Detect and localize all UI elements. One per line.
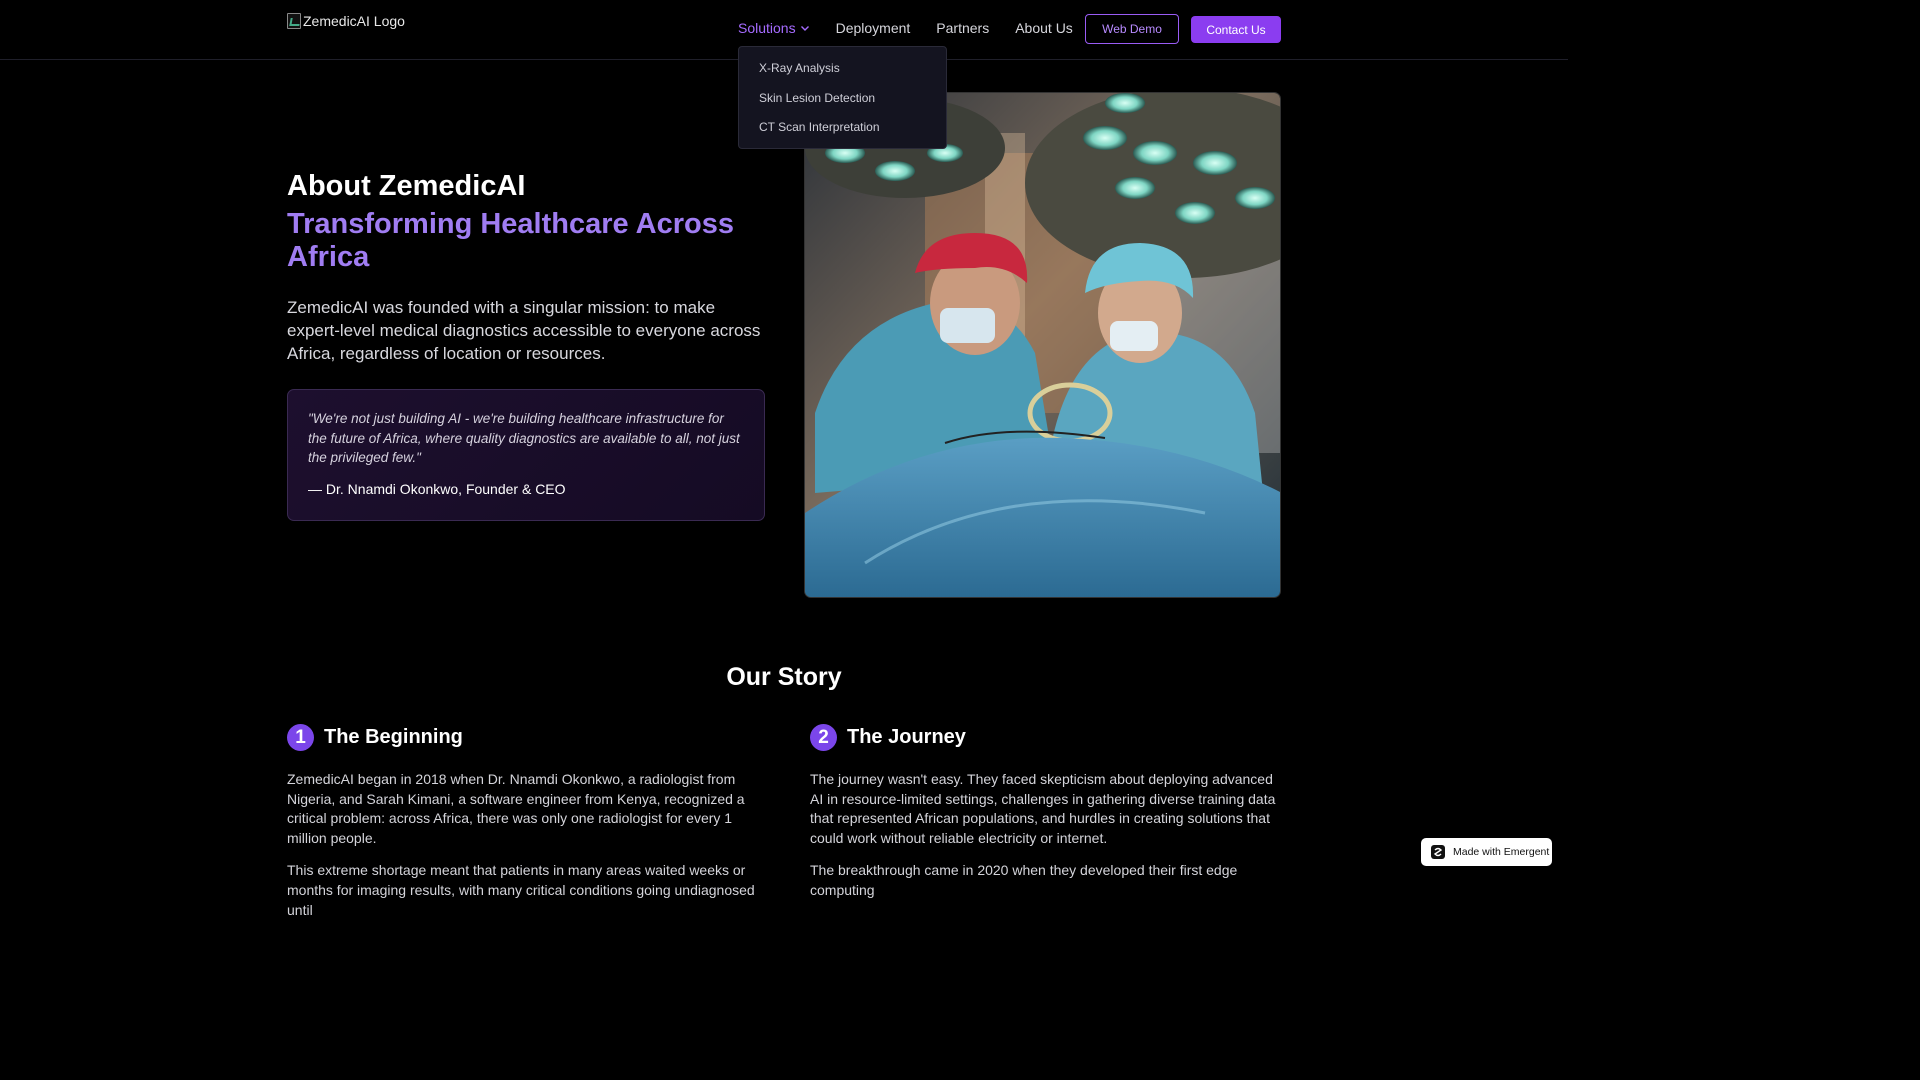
broken-image-icon: [287, 13, 301, 29]
hero-text: About ZemedicAI Transforming Healthcare …: [287, 168, 765, 365]
badge-label: Made with Emergent: [1453, 846, 1550, 858]
story-title: The Beginning: [324, 726, 463, 748]
emergent-logo-icon: [1431, 845, 1445, 859]
story-title: The Journey: [847, 726, 966, 748]
web-demo-button[interactable]: Web Demo: [1085, 14, 1179, 44]
dropdown-item-xray[interactable]: X-Ray Analysis: [739, 61, 946, 91]
page-title: About ZemedicAI: [287, 170, 526, 202]
logo-alt-text: ZemedicAI Logo: [303, 13, 405, 29]
story-header: 1 The Beginning: [287, 724, 759, 751]
surgery-photo: [804, 92, 1281, 598]
nav-links: Solutions Deployment Partners About Us: [738, 20, 1099, 36]
page-subtitle: Transforming Healthcare Across Africa: [287, 208, 734, 273]
story-paragraph: This extreme shortage meant that patient…: [287, 862, 755, 918]
quote-text: "We're not just building AI - we're buil…: [308, 411, 740, 465]
step-number-badge: 2: [810, 724, 837, 751]
nav-solutions[interactable]: Solutions: [738, 20, 810, 36]
nav-about-us[interactable]: About Us: [1015, 20, 1073, 36]
story-paragraph: The journey wasn't easy. They faced skep…: [810, 771, 1276, 846]
made-with-emergent-badge[interactable]: Made with Emergent: [1421, 838, 1552, 866]
contact-us-button[interactable]: Contact Us: [1191, 16, 1281, 43]
story-beginning: 1 The Beginning ZemedicAI began in 2018 …: [287, 724, 759, 920]
chevron-down-icon: [800, 26, 809, 31]
nav-solutions-label: Solutions: [738, 20, 796, 36]
dropdown-item-ct-scan[interactable]: CT Scan Interpretation: [739, 120, 946, 150]
logo[interactable]: ZemedicAI Logo: [287, 13, 405, 29]
surgery-illustration: [805, 93, 1280, 597]
founder-quote-card: "We're not just building AI - we're buil…: [287, 389, 765, 521]
dropdown-item-skin-lesion[interactable]: Skin Lesion Detection: [739, 91, 946, 121]
mission-paragraph: ZemedicAI was founded with a singular mi…: [287, 298, 761, 363]
story-header: 2 The Journey: [810, 724, 1282, 751]
story-paragraph: The breakthrough came in 2020 when they …: [810, 862, 1238, 898]
section-title-our-story: Our Story: [726, 663, 842, 691]
quote-author: — Dr. Nnamdi Okonkwo, Founder & CEO: [308, 480, 566, 497]
nav-deployment[interactable]: Deployment: [836, 20, 911, 36]
step-number-badge: 1: [287, 724, 314, 751]
story-paragraph: ZemedicAI began in 2018 when Dr. Nnamdi …: [287, 771, 745, 846]
solutions-dropdown: X-Ray Analysis Skin Lesion Detection CT …: [738, 46, 947, 149]
nav-partners[interactable]: Partners: [936, 20, 989, 36]
story-journey: 2 The Journey The journey wasn't easy. T…: [810, 724, 1282, 901]
